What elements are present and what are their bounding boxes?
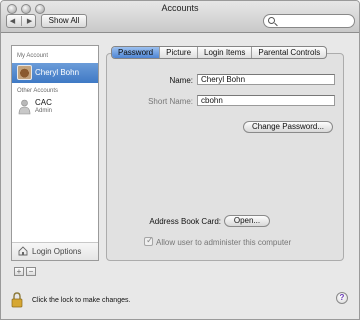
tab-bar: Password Picture Login Items Parental Co… xyxy=(111,46,328,59)
account-name: CAC xyxy=(35,98,52,107)
search-icon xyxy=(268,17,275,24)
lock-icon[interactable] xyxy=(11,292,23,308)
add-account-button[interactable]: + xyxy=(14,267,24,276)
help-button[interactable]: ? xyxy=(336,292,348,304)
dog-avatar-icon xyxy=(17,65,32,80)
search-field[interactable] xyxy=(263,14,355,28)
titlebar: Accounts ◀ ▶ Show All xyxy=(1,1,359,33)
short-name-label: Short Name: xyxy=(148,97,193,106)
login-options-item[interactable]: Login Options xyxy=(12,242,98,260)
show-all-button[interactable]: Show All xyxy=(41,14,87,28)
back-arrow-icon[interactable]: ◀ xyxy=(10,17,15,25)
name-field[interactable]: Cheryl Bohn xyxy=(197,74,335,85)
tab-picture[interactable]: Picture xyxy=(160,47,199,58)
my-account-header: My Account xyxy=(17,53,49,59)
accounts-window: Accounts ◀ ▶ Show All My Account Cheryl … xyxy=(0,0,360,320)
account-role: Admin xyxy=(35,108,53,114)
lock-message: Click the lock to make changes. xyxy=(32,297,131,304)
tab-login-items[interactable]: Login Items xyxy=(198,47,253,58)
tab-password[interactable]: Password xyxy=(112,47,161,58)
remove-account-button[interactable]: − xyxy=(26,267,36,276)
short-name-field[interactable]: cbohn xyxy=(197,95,335,106)
account-row-cac[interactable]: CAC Admin xyxy=(12,97,98,119)
other-accounts-header: Other Accounts xyxy=(17,88,59,94)
forward-arrow-icon[interactable]: ▶ xyxy=(27,17,32,25)
back-forward-buttons[interactable]: ◀ ▶ xyxy=(6,14,36,28)
login-options-label: Login Options xyxy=(32,247,82,256)
window-title: Accounts xyxy=(161,3,199,13)
change-password-button[interactable]: Change Password... xyxy=(243,121,333,133)
open-address-book-button[interactable]: Open... xyxy=(224,215,270,227)
user-silhouette-icon xyxy=(18,99,31,115)
tab-parental-controls[interactable]: Parental Controls xyxy=(252,47,326,58)
account-name: Cheryl Bohn xyxy=(35,68,80,77)
accounts-sidebar: My Account Cheryl Bohn Other Accounts CA… xyxy=(11,45,99,261)
account-row-cheryl-bohn[interactable]: Cheryl Bohn xyxy=(12,63,98,83)
house-icon xyxy=(18,246,28,256)
name-label: Name: xyxy=(169,76,193,85)
address-book-card-label: Address Book Card: xyxy=(149,217,221,226)
admin-checkbox[interactable] xyxy=(144,235,154,246)
nav-divider xyxy=(20,16,22,26)
admin-checkbox-label: Allow user to administer this computer xyxy=(156,238,292,247)
